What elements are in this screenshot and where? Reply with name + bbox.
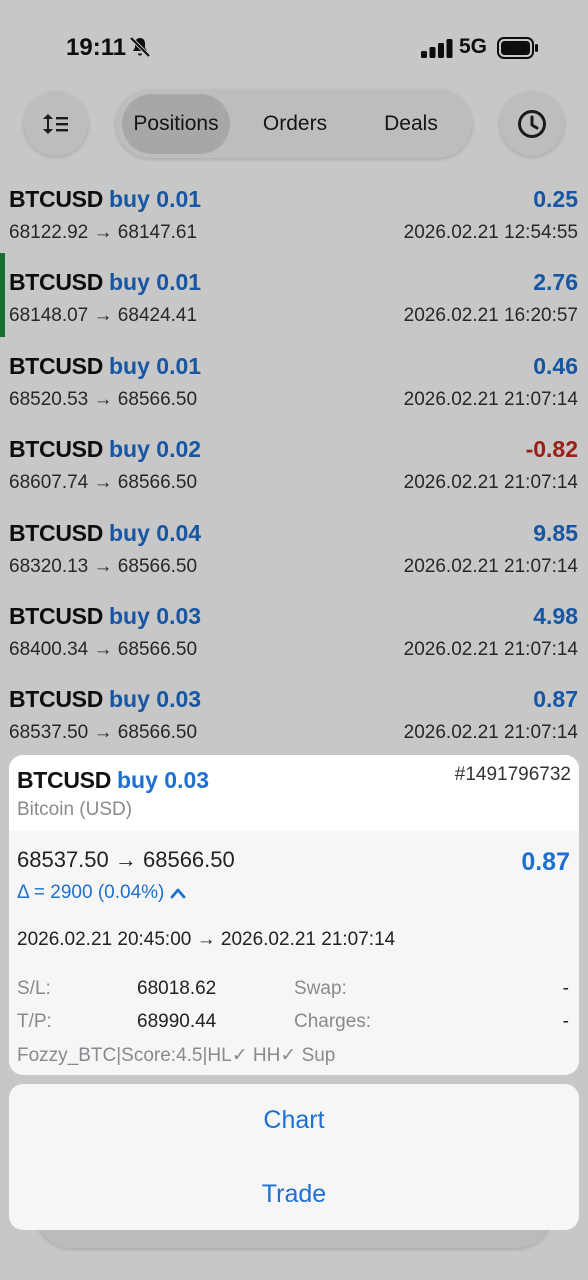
- position-detail-card: BTCUSD buy 0.03 #1491796732 Bitcoin (USD…: [9, 755, 579, 1075]
- detail-times: 2026.02.21 20:45:00 → 2026.02.21 21:07:1…: [17, 929, 396, 950]
- detail-comment: Fozzy_BTC|Score:4.5|HL✓ HH✓ Sup: [17, 1045, 336, 1066]
- charges-value: -: [562, 1011, 569, 1032]
- detail-ticket: #1491796732: [454, 764, 571, 785]
- action-sheet: Chart Trade: [9, 1084, 579, 1230]
- tp-label: T/P:: [17, 1011, 52, 1032]
- swap-value: -: [562, 978, 569, 999]
- sl-value: 68018.62: [137, 978, 217, 999]
- tp-value: 68990.44: [137, 1011, 217, 1032]
- sl-label: S/L:: [17, 978, 51, 999]
- charges-label: Charges:: [294, 1011, 372, 1032]
- detail-profit: 0.87: [521, 848, 570, 876]
- detail-side: buy 0.03: [117, 767, 210, 793]
- trade-button[interactable]: Trade: [9, 1164, 579, 1224]
- chevron-up-icon[interactable]: [170, 887, 186, 899]
- detail-delta[interactable]: Δ = 2900 (0.04%): [17, 882, 164, 904]
- chart-button[interactable]: Chart: [9, 1090, 579, 1150]
- detail-instrument-name: Bitcoin (USD): [17, 799, 133, 820]
- swap-label: Swap:: [294, 978, 347, 999]
- detail-header: BTCUSD buy 0.03 #1491796732 Bitcoin (USD…: [9, 755, 579, 831]
- detail-prices: 68537.50 → 68566.50: [17, 847, 235, 872]
- detail-symbol: BTCUSD: [17, 767, 112, 793]
